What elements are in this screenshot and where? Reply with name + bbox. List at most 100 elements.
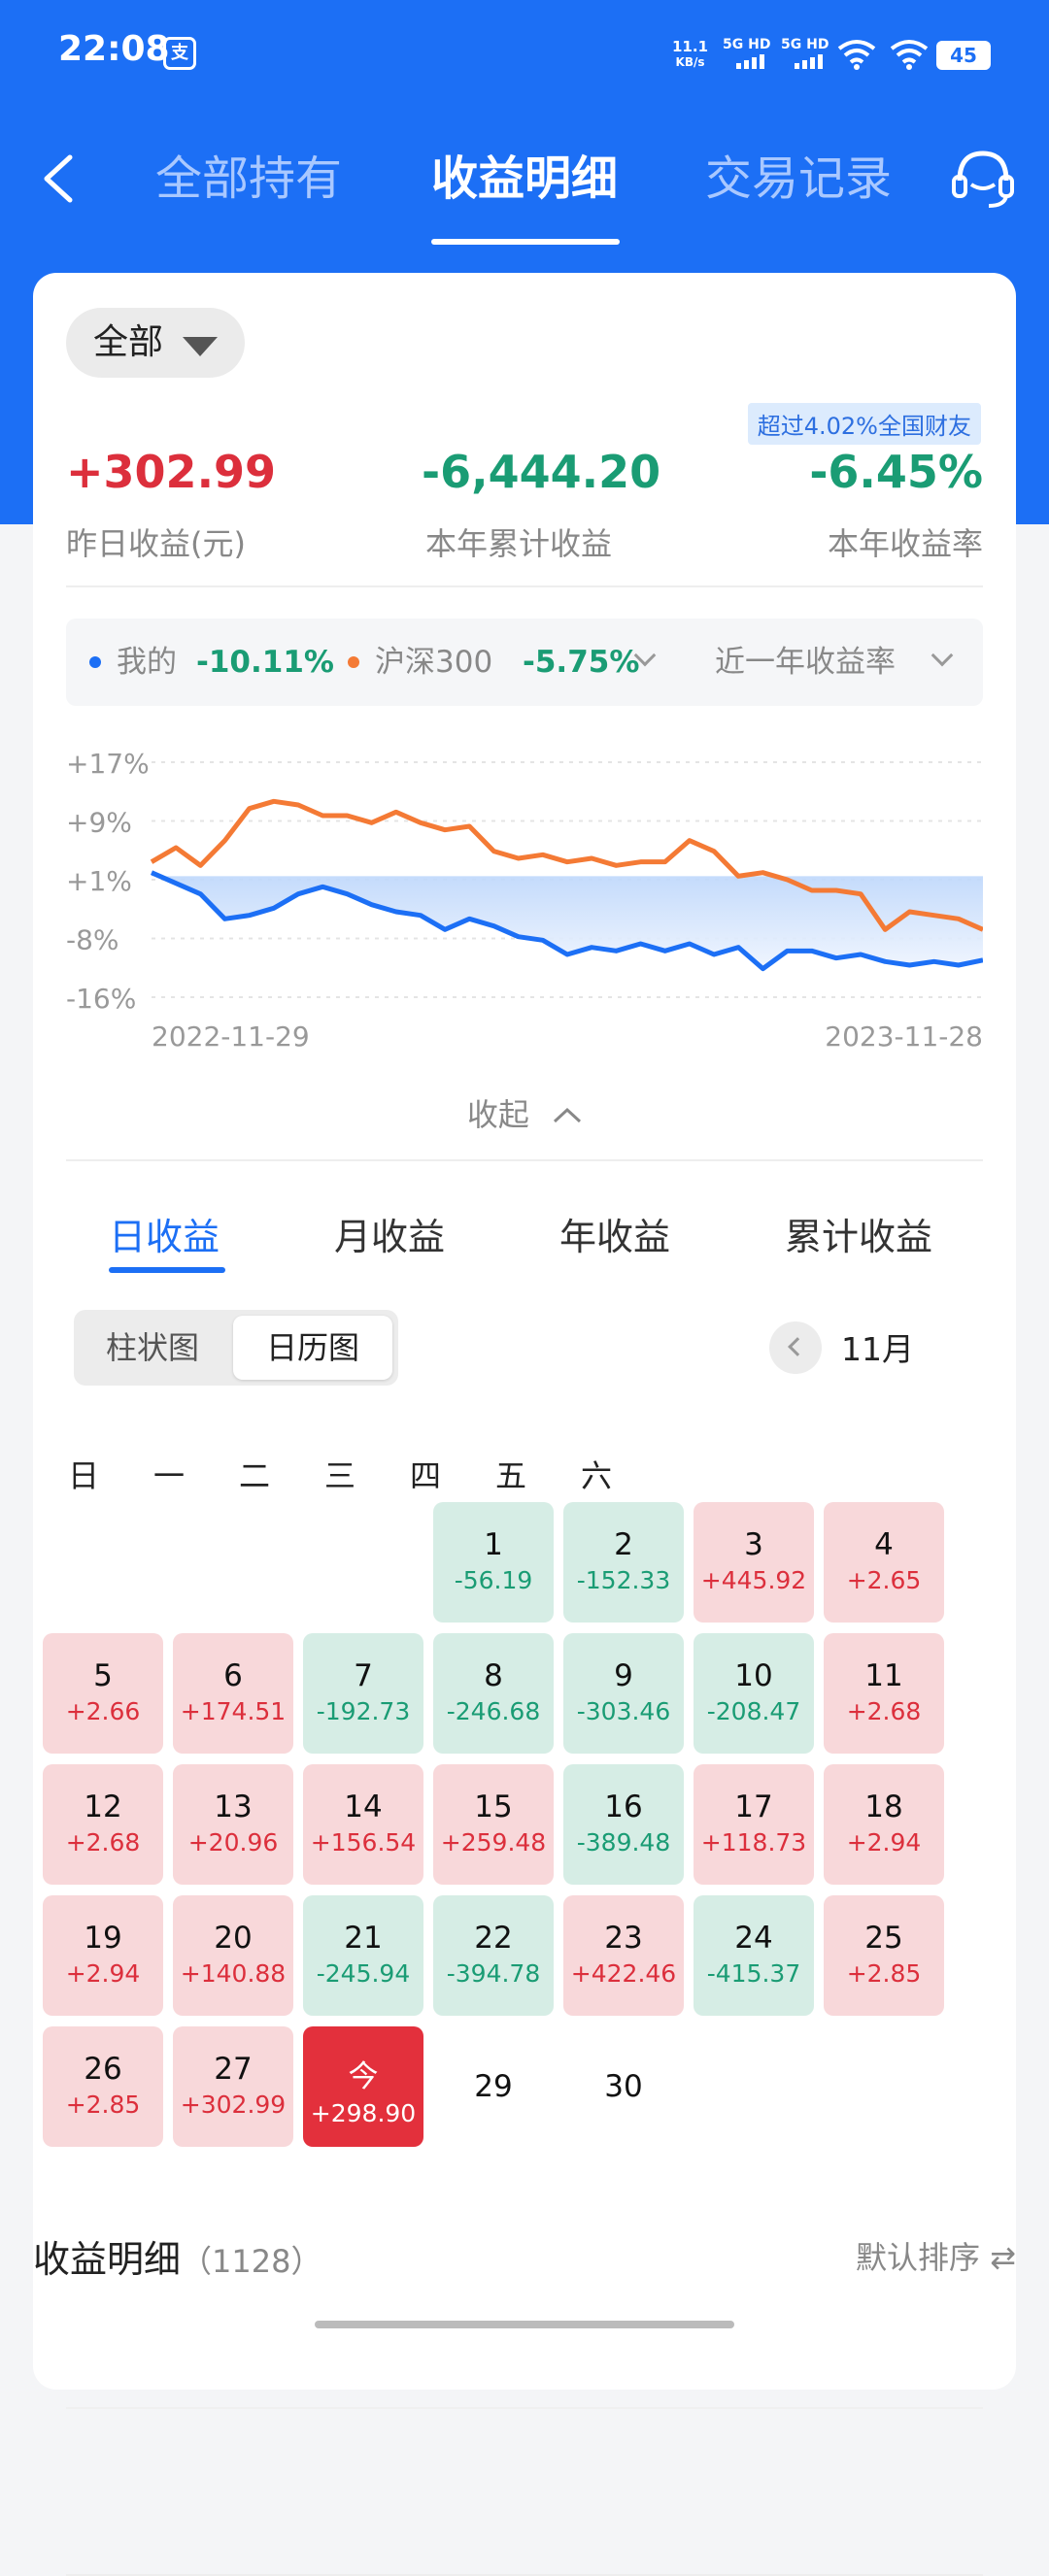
day-number: 12: [84, 1790, 122, 1824]
day-number: 19: [84, 1921, 122, 1956]
calendar-day[interactable]: 15 +259.48: [433, 1764, 554, 1885]
tab-all-holdings[interactable]: 全部持有: [155, 148, 342, 210]
calendar-day[interactable]: 12 +2.68: [43, 1764, 163, 1885]
day-earnings: -389.48: [576, 1828, 671, 1857]
weekday-label: 五: [494, 1457, 526, 1494]
day-number: 21: [344, 1921, 383, 1956]
chevron-up-icon: [554, 1107, 582, 1123]
divider: [66, 585, 983, 587]
calendar-day[interactable]: 26 +2.85: [43, 2026, 163, 2147]
day-earnings: +2.85: [65, 2091, 141, 2119]
calendar-day[interactable]: 17 +118.73: [694, 1764, 814, 1885]
day-earnings: -152.33: [576, 1566, 671, 1594]
calendar-day[interactable]: 16 -389.48: [563, 1764, 684, 1885]
weekday-label: 六: [580, 1457, 612, 1494]
yesterday-earnings-label: 昨日收益(元): [66, 525, 246, 562]
my-series-value: -10.11%: [196, 645, 334, 680]
calendar-day[interactable]: 10 -208.47: [694, 1633, 814, 1754]
net-speed-unit: KB/s: [675, 55, 705, 69]
calendar-day[interactable]: 30: [563, 2026, 684, 2147]
weekday-label: 二: [238, 1457, 270, 1494]
day-number: 10: [734, 1658, 773, 1693]
details-title: 收益明细: [33, 2238, 182, 2281]
chevron-left-icon[interactable]: [37, 151, 80, 206]
calendar-day[interactable]: 21 -245.94: [303, 1895, 423, 2016]
day-number: 5: [93, 1658, 113, 1693]
filter-dropdown[interactable]: 全部: [66, 308, 245, 378]
day-earnings: -245.94: [316, 1959, 411, 1988]
active-tab-indicator: [431, 239, 620, 245]
calendar-day[interactable]: 8 -246.68: [433, 1633, 554, 1754]
calendar-day[interactable]: 24 -415.37: [694, 1895, 814, 2016]
y-tick-label: +1%: [66, 865, 132, 897]
day-earnings: +2.68: [65, 1828, 141, 1857]
day-earnings: +2.65: [846, 1566, 922, 1594]
battery-icon: 45: [936, 41, 991, 70]
net-speed: 11.1 KB/s: [672, 39, 708, 70]
day-number: 30: [604, 2069, 643, 2104]
range-tab-indicator: [109, 1267, 225, 1273]
calendar-day[interactable]: 27 +302.99: [173, 2026, 293, 2147]
top-nav: 全部持有 收益明细 交易记录: [0, 105, 1049, 251]
day-number: 17: [734, 1790, 773, 1824]
y-tick-label: -8%: [66, 924, 119, 956]
tab-yearly[interactable]: 年收益: [559, 1207, 670, 1260]
tab-earnings-detail[interactable]: 收益明细: [431, 148, 618, 210]
day-earnings: -394.78: [446, 1959, 541, 1988]
calendar-day[interactable]: 25 +2.85: [824, 1895, 944, 2016]
bar-view-option[interactable]: 柱状图: [80, 1316, 225, 1380]
sim1-label: 5G HD: [723, 37, 771, 52]
y-tick-label: +9%: [66, 807, 132, 839]
calendar-view-option[interactable]: 日历图: [233, 1316, 392, 1380]
calendar-day[interactable]: 6 +174.51: [173, 1633, 293, 1754]
day-number: 24: [734, 1921, 773, 1956]
day-number: 18: [864, 1790, 903, 1824]
calendar-day[interactable]: 1 -56.19: [433, 1502, 554, 1623]
calendar-day[interactable]: 5 +2.66: [43, 1633, 163, 1754]
calendar-day[interactable]: 20 +140.88: [173, 1895, 293, 2016]
day-earnings: +20.96: [187, 1828, 279, 1857]
yesterday-earnings-value: +302.99: [66, 446, 277, 498]
tab-transaction-records[interactable]: 交易记录: [705, 148, 892, 210]
calendar-day[interactable]: 今 +298.90: [303, 2026, 423, 2147]
chevron-down-icon[interactable]: [931, 644, 954, 667]
calendar-day[interactable]: 3 +445.92: [694, 1502, 814, 1623]
weekday-label: 三: [323, 1457, 355, 1494]
calendar-day[interactable]: 14 +156.54: [303, 1764, 423, 1885]
collapse-label: 收起: [466, 1096, 529, 1133]
tab-cumulative[interactable]: 累计收益: [785, 1207, 932, 1260]
ytd-return-value: -6.45%: [809, 446, 983, 498]
index-series-value: -5.75%: [523, 645, 640, 680]
details-count: （1128）: [181, 2243, 322, 2280]
day-number: 14: [344, 1790, 383, 1824]
tab-monthly[interactable]: 月收益: [334, 1207, 445, 1260]
y-tick-label: +17%: [66, 748, 150, 780]
calendar-day[interactable]: 29: [433, 2026, 554, 2147]
calendar-day[interactable]: 19 +2.94: [43, 1895, 163, 2016]
calendar-day[interactable]: 11 +2.68: [824, 1633, 944, 1754]
day-number: 29: [474, 2069, 513, 2104]
tab-daily[interactable]: 日收益: [109, 1207, 220, 1260]
caret-down-icon: [183, 337, 218, 356]
calendar-day[interactable]: 4 +2.65: [824, 1502, 944, 1623]
period-selector[interactable]: 近一年收益率: [715, 619, 896, 706]
day-earnings: +2.66: [65, 1697, 141, 1725]
calendar-day[interactable]: 2 -152.33: [563, 1502, 684, 1623]
collapse-toggle[interactable]: 收起: [33, 1090, 1016, 1135]
calendar-day[interactable]: 23 +422.46: [563, 1895, 684, 2016]
prev-month-button[interactable]: [769, 1321, 822, 1374]
calendar-day[interactable]: 9 -303.46: [563, 1633, 684, 1754]
day-number: 20: [214, 1921, 253, 1956]
calendar-day[interactable]: 13 +20.96: [173, 1764, 293, 1885]
day-number: 22: [474, 1921, 513, 1956]
calendar-day[interactable]: 22 -394.78: [433, 1895, 554, 2016]
calendar-day[interactable]: 18 +2.94: [824, 1764, 944, 1885]
sort-button[interactable]: 默认排序 ⇄: [856, 2233, 1016, 2278]
calendar-day[interactable]: 7 -192.73: [303, 1633, 423, 1754]
day-earnings: +302.99: [180, 2091, 287, 2119]
weekday-label: 四: [409, 1457, 441, 1494]
y-tick-label: -16%: [66, 983, 136, 1015]
day-number: 1: [484, 1527, 503, 1562]
index-series-label[interactable]: 沪深300: [375, 619, 492, 706]
headset-icon[interactable]: [950, 148, 1016, 210]
